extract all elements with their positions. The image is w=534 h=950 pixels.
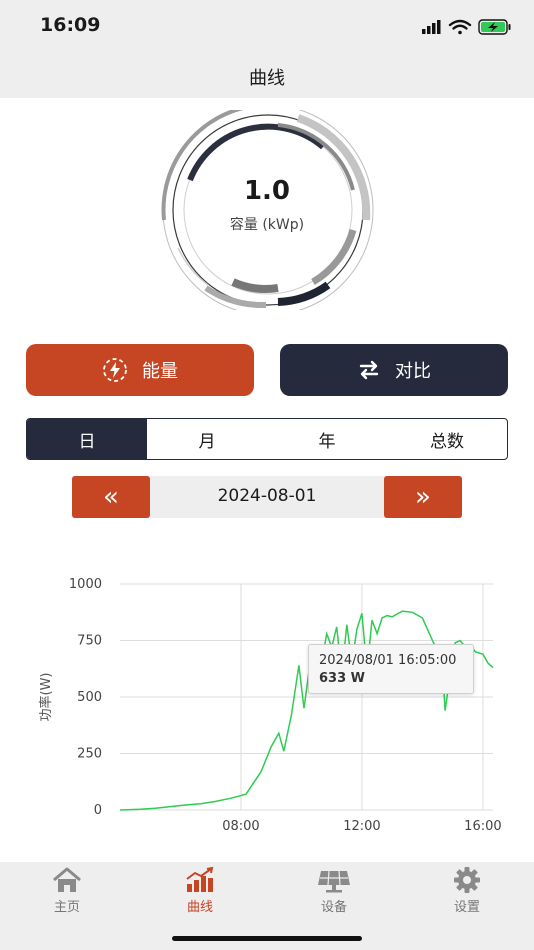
tooltip-time: 2024/08/01 16:05:00 — [319, 653, 457, 668]
cellular-signal-icon — [422, 20, 441, 34]
chart-grid — [120, 583, 493, 811]
x-tick-label: 12:00 — [343, 819, 380, 834]
y-tick-label: 250 — [77, 747, 102, 762]
power-line-chart: 0 250 500 750 1000 08:00 12:00 16:00 功率(W) — [38, 577, 502, 834]
y-axis-ticks: 0 250 500 750 1000 — [69, 577, 102, 818]
solar-panel-icon — [318, 870, 350, 893]
y-tick-label: 500 — [77, 690, 102, 705]
tab-device-label: 设备 — [320, 900, 347, 915]
tab-home[interactable]: 主页 — [17, 866, 117, 920]
tab-settings[interactable]: 设置 — [417, 866, 517, 920]
y-tick-label: 1000 — [69, 577, 102, 592]
battery-charging-icon — [478, 19, 511, 35]
chart-tooltip: 2024/08/01 16:05:00 633 W — [308, 644, 474, 694]
tab-year[interactable]: 年 — [267, 419, 387, 459]
x-tick-label: 08:00 — [222, 819, 259, 834]
energy-button[interactable]: 能量 — [26, 344, 254, 396]
tooltip-value: 633 W — [319, 671, 366, 686]
tab-month[interactable]: 月 — [147, 419, 267, 459]
page-title: 曲线 — [249, 68, 285, 89]
nav-bar: 曲线 — [0, 52, 534, 98]
status-time: 16:09 — [40, 14, 101, 36]
capacity-gauge — [161, 110, 374, 310]
x-tick-label: 16:00 — [464, 819, 501, 834]
previous-date-button[interactable]: « — [72, 476, 150, 518]
next-date-button[interactable]: » — [384, 476, 462, 518]
y-tick-label: 750 — [77, 634, 102, 649]
period-tabs: 日 月 年 总数 — [26, 418, 508, 460]
swap-arrows-icon — [359, 360, 379, 380]
tab-chart[interactable]: 曲线 — [150, 866, 250, 920]
energy-bolt-icon — [103, 358, 127, 382]
wifi-icon — [448, 19, 472, 35]
compare-button-label: 对比 — [395, 361, 431, 382]
tab-chart-label: 曲线 — [186, 900, 213, 915]
chart-icon — [186, 866, 214, 892]
tab-day[interactable]: 日 — [27, 419, 147, 459]
y-tick-label: 0 — [94, 803, 102, 818]
x-axis-ticks: 08:00 12:00 16:00 — [222, 819, 501, 834]
compare-button[interactable]: 对比 — [280, 344, 508, 396]
gear-icon — [454, 867, 480, 893]
capacity-label: 容量 (kWp) — [229, 217, 305, 233]
capacity-value: 1.0 — [243, 176, 291, 206]
home-indicator — [172, 936, 362, 941]
y-axis-label: 功率(W) — [38, 673, 54, 722]
home-icon — [53, 867, 81, 892]
tab-device[interactable]: 设备 — [284, 866, 384, 920]
tab-total[interactable]: 总数 — [387, 419, 507, 459]
energy-button-label: 能量 — [142, 361, 178, 382]
tab-home-label: 主页 — [53, 900, 80, 915]
status-icons — [422, 19, 511, 35]
tab-settings-label: 设置 — [453, 900, 480, 915]
